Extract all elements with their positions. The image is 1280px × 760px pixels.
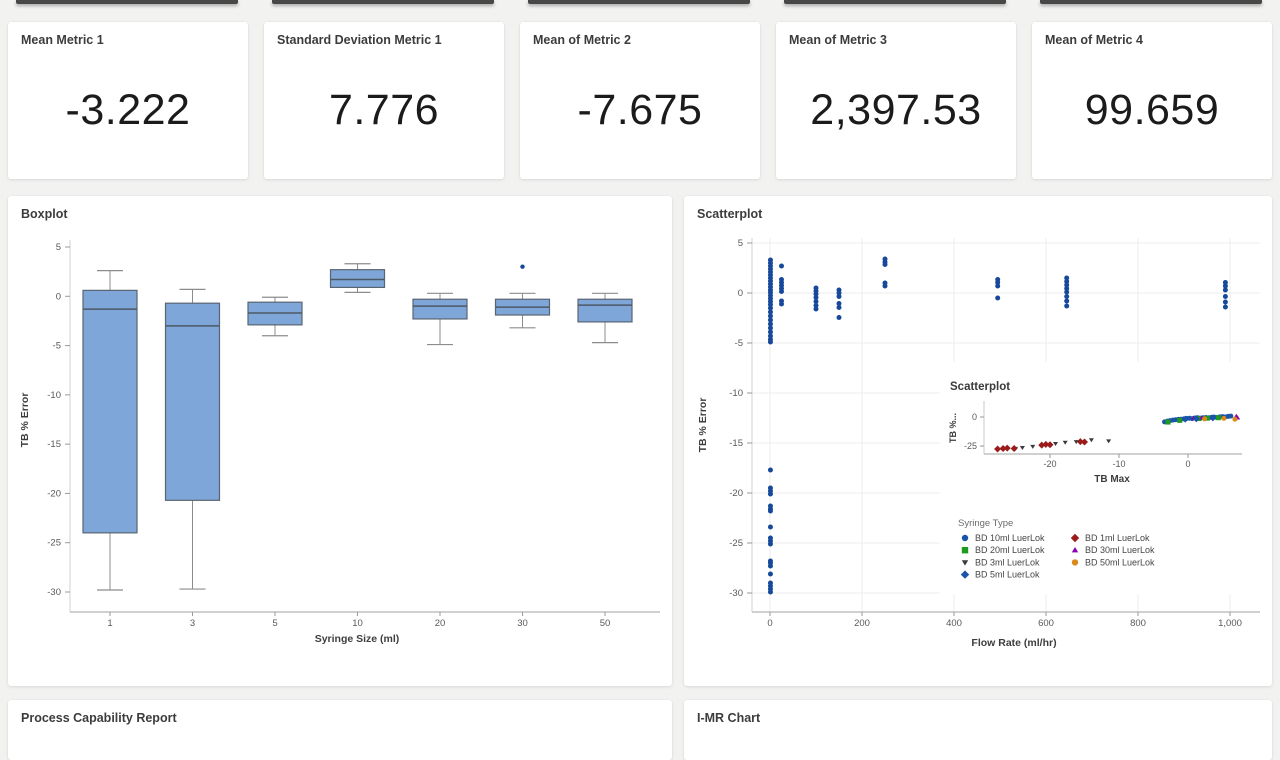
svg-text:-30: -30	[47, 587, 61, 598]
svg-text:TB % Error: TB % Error	[19, 393, 31, 448]
svg-text:0: 0	[738, 288, 743, 299]
svg-text:Scatterplot: Scatterplot	[950, 381, 1010, 393]
svg-text:0: 0	[767, 618, 772, 629]
svg-text:-30: -30	[729, 588, 743, 599]
boxplot-card: 50-5-10-15-20-25-3013510203050Syringe Si…	[8, 196, 672, 686]
svg-text:-20: -20	[729, 488, 743, 499]
metric-title: Mean of Metric 2	[533, 33, 631, 47]
svg-text:-5: -5	[735, 338, 743, 349]
card-bottom-remnant	[16, 0, 238, 4]
svg-text:BD 30ml LuerLok: BD 30ml LuerLok	[1085, 545, 1155, 555]
process-capability-title: Process Capability Report	[21, 711, 177, 725]
svg-text:-15: -15	[729, 438, 743, 449]
metric-title: Standard Deviation Metric 1	[277, 33, 442, 47]
svg-text:BD 3ml LuerLok: BD 3ml LuerLok	[975, 557, 1040, 567]
svg-text:BD 20ml LuerLok: BD 20ml LuerLok	[975, 545, 1045, 555]
process-capability-card: Process Capability Report	[8, 700, 672, 760]
card-bottom-remnant	[1040, 0, 1262, 4]
svg-text:-20: -20	[47, 488, 61, 499]
imr-chart-card: I-MR Chart	[684, 700, 1272, 760]
svg-text:200: 200	[854, 618, 870, 629]
svg-text:TB Max: TB Max	[1094, 474, 1130, 485]
svg-text:400: 400	[946, 618, 962, 629]
svg-text:1,000: 1,000	[1218, 618, 1242, 629]
svg-text:30: 30	[517, 618, 528, 629]
card-bottom-remnant	[784, 0, 1006, 4]
svg-text:-20: -20	[1043, 459, 1056, 469]
svg-text:0: 0	[56, 291, 61, 302]
svg-text:0: 0	[1185, 459, 1190, 469]
metric-card-mean-metric-3: Mean of Metric 3 2,397.53	[776, 22, 1016, 179]
imr-chart-title: I-MR Chart	[697, 711, 760, 725]
metric-title: Mean of Metric 3	[789, 33, 887, 47]
svg-text:BD 1ml LuerLok: BD 1ml LuerLok	[1085, 533, 1150, 543]
metric-card-stdev-metric-1: Standard Deviation Metric 1 7.776	[264, 22, 504, 179]
metric-title: Mean of Metric 4	[1045, 33, 1143, 47]
svg-text:50: 50	[600, 618, 611, 629]
svg-text:0: 0	[972, 412, 977, 422]
scatterplot-title: Scatterplot	[697, 207, 762, 221]
svg-text:-10: -10	[1112, 459, 1125, 469]
svg-text:-10: -10	[729, 388, 743, 399]
svg-text:BD 5ml LuerLok: BD 5ml LuerLok	[975, 570, 1040, 580]
svg-text:600: 600	[1038, 618, 1054, 629]
scatter-plot-area: 0 200 400 600 800 1,000 5 0 -5 -10 -15 -20 -25 -30 Flo…	[697, 238, 1262, 649]
svg-text:Syringe Size (ml): Syringe Size (ml)	[315, 633, 400, 645]
svg-text:-10: -10	[47, 390, 61, 401]
metric-card-mean-metric-4: Mean of Metric 4 99.659	[1032, 22, 1272, 179]
svg-text:-5: -5	[53, 341, 61, 352]
card-bottom-remnant	[528, 0, 750, 4]
svg-text:-25: -25	[964, 441, 977, 451]
svg-text:TB % Error: TB % Error	[697, 398, 709, 453]
svg-text:3: 3	[190, 618, 195, 629]
svg-text:-15: -15	[47, 439, 61, 450]
metric-card-mean-metric-2: Mean of Metric 2 -7.675	[520, 22, 760, 179]
svg-text:TB %...: TB %...	[948, 413, 958, 443]
svg-text:10: 10	[352, 618, 363, 629]
svg-text:5: 5	[738, 238, 743, 249]
svg-text:5: 5	[272, 618, 277, 629]
boxplot-plot-area: 50-5-10-15-20-25-3013510203050Syringe Si…	[19, 240, 660, 645]
svg-text:20: 20	[435, 618, 446, 629]
scatterplot-chart[interactable]: 0 200 400 600 800 1,000 5 0 -5 -10 -15 -20 -25 -30 Flo…	[684, 196, 1272, 686]
svg-text:-25: -25	[47, 538, 61, 549]
svg-text:800: 800	[1130, 618, 1146, 629]
svg-text:BD 50ml LuerLok: BD 50ml LuerLok	[1085, 557, 1155, 567]
minitab-dashboard: { "page": { "background": "#f2f2f1", "to…	[0, 0, 1280, 720]
scatterplot-card: 0 200 400 600 800 1,000 5 0 -5 -10 -15 -20 -25 -30 Flo…	[684, 196, 1272, 686]
svg-text:BD 10ml LuerLok: BD 10ml LuerLok	[975, 533, 1045, 543]
boxplot-chart[interactable]: 50-5-10-15-20-25-3013510203050Syringe Si…	[8, 196, 672, 686]
boxplot-title: Boxplot	[21, 207, 68, 221]
metric-card-mean-metric-1: Mean Metric 1 -3.222	[8, 22, 248, 179]
svg-text:-25: -25	[729, 538, 743, 549]
svg-text:Flow Rate (ml/hr): Flow Rate (ml/hr)	[971, 637, 1056, 649]
card-bottom-remnant	[272, 0, 494, 4]
metric-title: Mean Metric 1	[21, 33, 104, 47]
svg-text:Syringe Type: Syringe Type	[958, 518, 1013, 529]
svg-text:1: 1	[107, 618, 112, 629]
svg-text:5: 5	[56, 242, 61, 253]
